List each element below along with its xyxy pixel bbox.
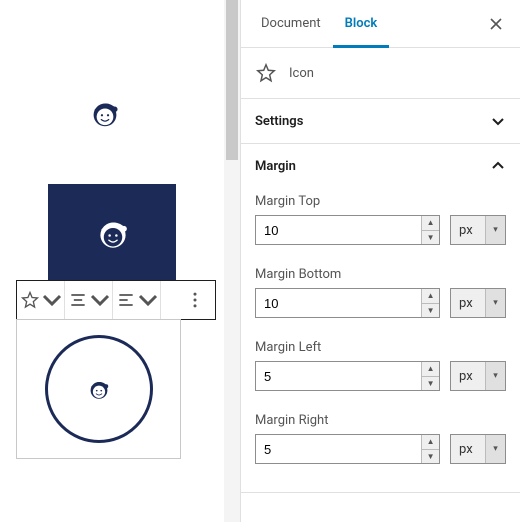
step-up[interactable]: ▲ xyxy=(422,289,439,304)
chevron-down-icon: ▾ xyxy=(485,435,505,463)
toolbar-star-button[interactable] xyxy=(17,281,65,319)
icon-circle xyxy=(45,335,153,443)
margin-field: Margin Bottom ▲▼ px▾ xyxy=(255,267,506,318)
canvas-scrollbar[interactable] xyxy=(224,0,240,522)
step-down[interactable]: ▼ xyxy=(422,231,439,245)
panel-margin: Margin Margin Top▲▼px▾Margin Bottom▲▼px▾… xyxy=(241,144,520,493)
margin-field: Margin Right ▲▼ px▾ xyxy=(255,413,506,464)
unit-value: px xyxy=(451,442,485,457)
stepper: ▲▼ xyxy=(421,216,439,244)
margin-value-input[interactable]: ▲▼ xyxy=(255,434,440,464)
step-down[interactable]: ▼ xyxy=(422,304,439,318)
chevron-down-icon xyxy=(42,290,62,310)
field-label: Margin Bottom xyxy=(255,267,506,282)
panel-margin-header[interactable]: Margin xyxy=(241,144,520,188)
close-sidebar-button[interactable] xyxy=(480,8,512,40)
margin-value-input[interactable]: ▲▼ xyxy=(255,215,440,245)
number-input[interactable] xyxy=(256,369,421,384)
star-icon xyxy=(20,290,40,310)
number-input[interactable] xyxy=(256,442,421,457)
mailchimp-icon xyxy=(85,375,113,403)
chevron-down-icon xyxy=(490,113,506,129)
mailchimp-icon xyxy=(86,94,124,132)
step-up[interactable]: ▲ xyxy=(422,435,439,450)
margin-field: Margin Top ▲▼ px▾ xyxy=(255,194,506,245)
align-center-icon xyxy=(68,290,88,310)
unit-value: px xyxy=(451,296,485,311)
stepper: ▲▼ xyxy=(421,362,439,390)
unit-value: px xyxy=(451,223,485,238)
step-up[interactable]: ▲ xyxy=(422,362,439,377)
close-icon xyxy=(488,16,504,32)
scroll-arrow-up[interactable] xyxy=(226,0,238,30)
field-label: Margin Top xyxy=(255,194,506,209)
star-icon xyxy=(255,62,277,84)
margin-value-input[interactable]: ▲▼ xyxy=(255,361,440,391)
chevron-down-icon: ▾ xyxy=(485,216,505,244)
step-down[interactable]: ▼ xyxy=(422,450,439,464)
dark-icon-block xyxy=(48,184,176,280)
unit-select[interactable]: px▾ xyxy=(450,434,506,464)
unit-select[interactable]: px▾ xyxy=(450,361,506,391)
toolbar-more-button[interactable] xyxy=(175,281,215,319)
unit-value: px xyxy=(451,369,485,384)
block-toolbar xyxy=(16,280,216,320)
unit-select[interactable]: px▾ xyxy=(450,215,506,245)
sidebar-tabs: Document Block xyxy=(241,0,520,48)
step-up[interactable]: ▲ xyxy=(422,216,439,231)
editor-canvas xyxy=(0,0,240,522)
align-left-icon xyxy=(116,290,136,310)
field-label: Margin Left xyxy=(255,340,506,355)
toolbar-align-button-1[interactable] xyxy=(65,281,113,319)
toolbar-align-button-2[interactable] xyxy=(113,281,161,319)
stepper: ▲▼ xyxy=(421,435,439,463)
tab-block[interactable]: Block xyxy=(333,0,390,48)
inspector-sidebar: Document Block Icon Settings Margin Marg… xyxy=(240,0,520,522)
number-input[interactable] xyxy=(256,223,421,238)
panel-title: Margin xyxy=(255,159,296,174)
tab-document[interactable]: Document xyxy=(249,0,333,48)
unit-select[interactable]: px▾ xyxy=(450,288,506,318)
block-type-name: Icon xyxy=(289,66,314,81)
chevron-down-icon: ▾ xyxy=(485,289,505,317)
margin-field: Margin Left ▲▼ px▾ xyxy=(255,340,506,391)
field-label: Margin Right xyxy=(255,413,506,428)
panel-settings: Settings xyxy=(241,99,520,144)
margin-value-input[interactable]: ▲▼ xyxy=(255,288,440,318)
panel-settings-header[interactable]: Settings xyxy=(241,99,520,143)
block-type-label: Icon xyxy=(241,48,520,99)
selected-block[interactable] xyxy=(16,319,181,459)
chevron-up-icon xyxy=(490,158,506,174)
more-icon xyxy=(185,290,205,310)
stepper: ▲▼ xyxy=(421,289,439,317)
chevron-down-icon: ▾ xyxy=(485,362,505,390)
mailchimp-icon xyxy=(92,212,134,254)
chevron-down-icon xyxy=(90,290,110,310)
number-input[interactable] xyxy=(256,296,421,311)
chevron-down-icon xyxy=(138,290,158,310)
step-down[interactable]: ▼ xyxy=(422,377,439,391)
panel-title: Settings xyxy=(255,114,303,129)
scroll-thumb[interactable] xyxy=(226,30,238,160)
